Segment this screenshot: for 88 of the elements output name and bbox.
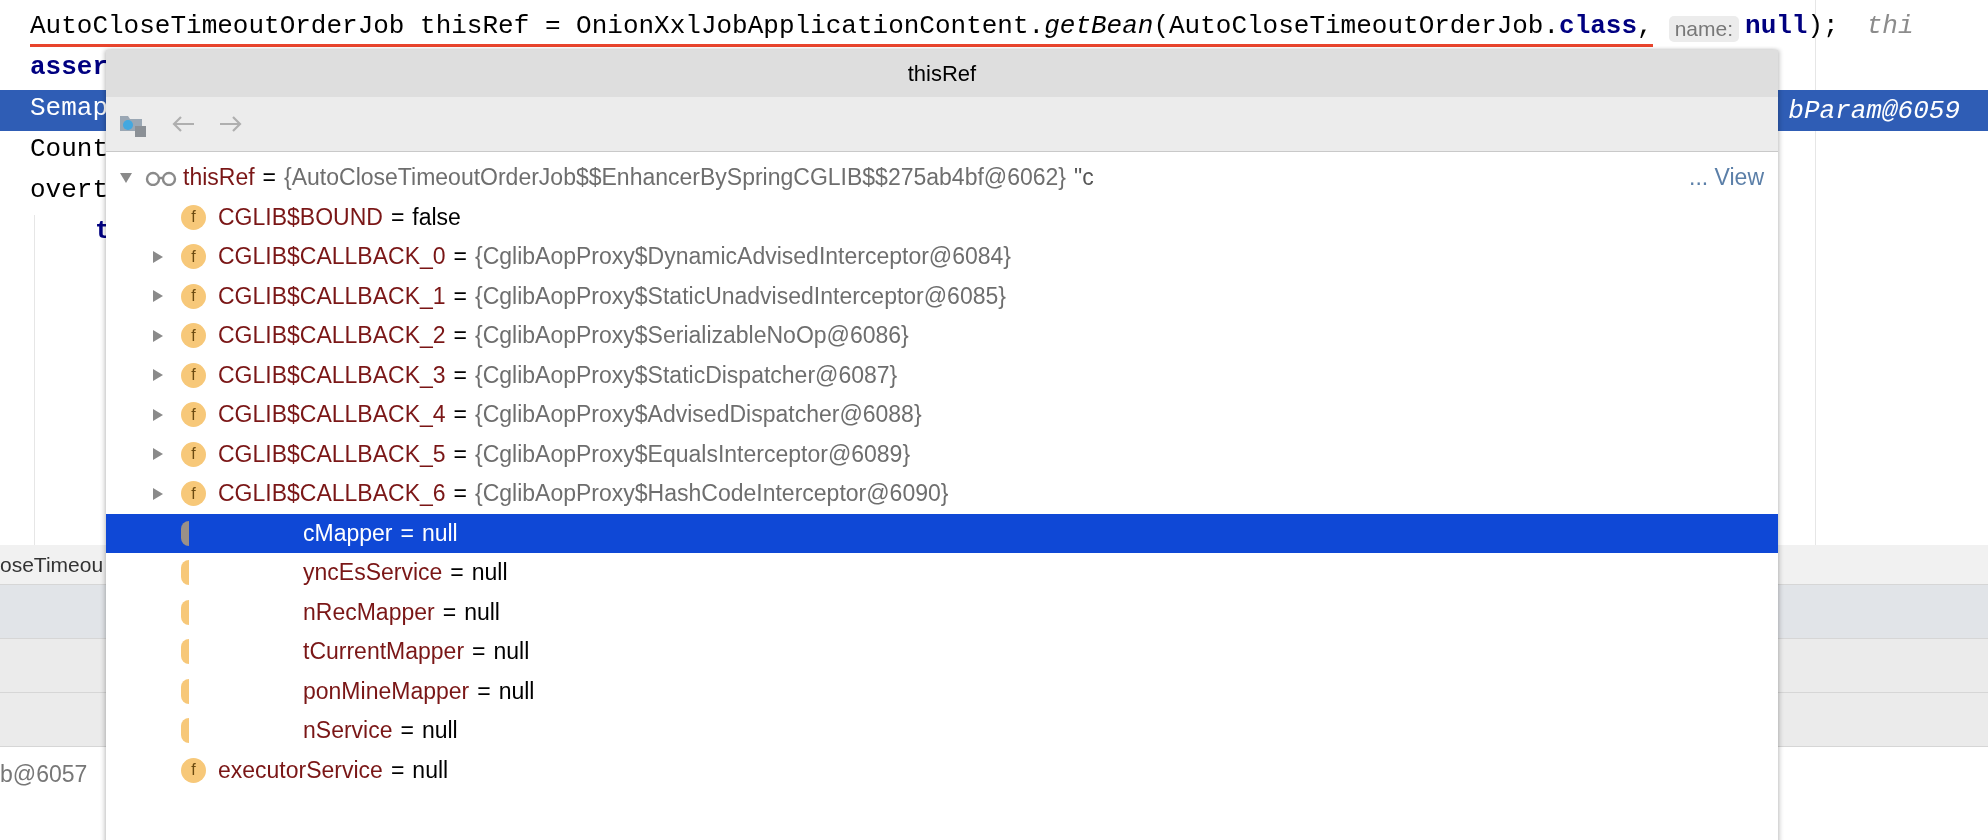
field-value: false [412, 203, 461, 231]
equals-sign: = [453, 361, 467, 389]
equals-sign: = [453, 322, 467, 350]
field-name: executorService [218, 756, 383, 784]
field-icon: f [181, 481, 206, 507]
field-icon: f [181, 244, 206, 270]
equals-sign: = [442, 598, 457, 626]
code-token: ); [1807, 10, 1839, 43]
inline-value: bParam@6059 [1788, 95, 1960, 126]
equals-sign: = [472, 638, 486, 666]
expand-arrow-icon[interactable] [151, 368, 165, 383]
frame-text: b@6057 [0, 761, 88, 787]
expand-arrow-icon[interactable] [151, 447, 165, 462]
code-token: AutoCloseTimeoutOrderJob thisRef = OnionXxlJobApplicationContent. [30, 10, 1045, 47]
equals-sign: = [453, 243, 467, 271]
code-token: Count [30, 133, 108, 166]
selected-tree-row[interactable]: cMapper = null [106, 513, 1778, 553]
code-token: Semap [30, 92, 108, 125]
field-icon: f [181, 362, 206, 388]
field-icon: f [181, 441, 206, 467]
equals-sign: = [453, 480, 467, 508]
equals-sign: = [400, 519, 414, 547]
field-value: {CglibAopProxy$StaticDispatcher@6087} [475, 361, 898, 389]
field-icon: f [181, 323, 206, 349]
equals-sign: = [390, 203, 405, 231]
view-link[interactable]: ... View [1689, 164, 1764, 192]
variable-name: thisRef [183, 164, 255, 192]
field-value: null [421, 717, 458, 745]
variable-value: {AutoCloseTimeoutOrderJob$$EnhancerBySpringCGLIB$$275ab4bf@6062} [284, 164, 1067, 192]
field-icon: f [181, 402, 206, 428]
field-value: null [464, 598, 500, 626]
field-value: {CglibAopProxy$SerializableNoOp@6086} [475, 322, 909, 350]
equals-sign: = [477, 677, 491, 705]
code-token: (AutoCloseTimeoutOrderJob. [1153, 10, 1560, 47]
field-icon: f [181, 757, 206, 783]
expand-arrow-icon[interactable] [151, 249, 165, 264]
field-value: {CglibAopProxy$AdvisedDispatcher@6088} [475, 401, 922, 429]
parameter-hint: name: [1668, 15, 1740, 42]
field-value: null [471, 559, 508, 587]
equals-sign: = [453, 401, 467, 429]
expand-arrow-icon[interactable] [151, 289, 165, 304]
field-icon: f [181, 204, 206, 230]
popup-title: thisRef [106, 50, 1778, 97]
field-value: null [412, 756, 449, 784]
equals-sign: = [390, 756, 405, 784]
code-token: overt [30, 174, 108, 207]
expand-arrow-icon[interactable] [151, 328, 165, 343]
field-name: CGLIB$CALLBACK_4 [218, 401, 446, 429]
forward-arrow-icon [218, 114, 244, 134]
field-name: tCurrentMapper [303, 638, 465, 666]
field-value: null [498, 677, 535, 705]
back-arrow-icon [170, 114, 196, 134]
field-name: CGLIB$CALLBACK_3 [218, 361, 446, 389]
field-value: null [493, 638, 530, 666]
expand-arrow-icon[interactable] [151, 486, 165, 501]
code-token: getBean [1044, 10, 1154, 47]
field-value: {CglibAopProxy$DynamicAdvisedInterceptor@6084} [475, 243, 1012, 271]
field-value: null [421, 519, 458, 547]
equals-sign: = [262, 164, 277, 192]
field-value: {CglibAopProxy$EqualsInterceptor@6089} [475, 440, 911, 468]
field-name: ponMineMapper [303, 677, 470, 705]
field-name: yncEsService [303, 559, 443, 587]
field-icon: f [181, 283, 206, 309]
field-name: CGLIB$CALLBACK_6 [218, 480, 446, 508]
field-name: nRecMapper [303, 598, 435, 626]
field-name: nService [303, 717, 393, 745]
field-name: CGLIB$CALLBACK_2 [218, 322, 446, 350]
equals-sign: = [450, 559, 464, 587]
glasses-icon [145, 169, 177, 186]
field-name: CGLIB$CALLBACK_5 [218, 440, 446, 468]
code-token: asser [30, 51, 108, 84]
field-name: CGLIB$CALLBACK_0 [218, 243, 446, 271]
frame-label[interactable]: oseTimeou [0, 552, 104, 577]
field-value: {CglibAopProxy$HashCodeInterceptor@6090} [475, 480, 949, 508]
code-token: thi [1866, 10, 1914, 43]
field-value: {CglibAopProxy$StaticUnadvisedInterceptor@6085} [475, 282, 1006, 310]
code-token: class [1559, 10, 1638, 47]
field-name: CGLIB$CALLBACK_1 [218, 282, 446, 310]
collapse-arrow-icon[interactable] [119, 170, 133, 185]
equals-sign: = [453, 440, 467, 468]
code-token: , [1637, 10, 1653, 47]
value-string: "c [1074, 164, 1094, 192]
code-token: null [1745, 10, 1808, 43]
equals-sign: = [400, 717, 414, 745]
field-name: CGLIB$BOUND [218, 203, 383, 231]
field-name: cMapper [303, 519, 393, 547]
equals-sign: = [453, 282, 467, 310]
expand-arrow-icon[interactable] [151, 407, 165, 422]
